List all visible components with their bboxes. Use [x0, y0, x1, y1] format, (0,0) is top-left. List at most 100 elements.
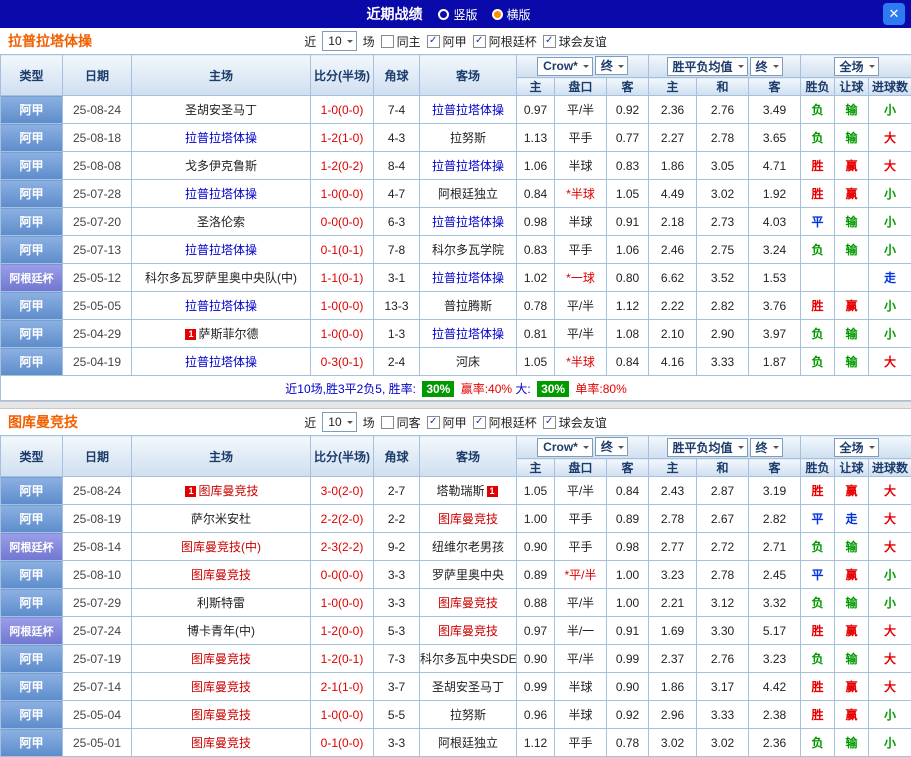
euro-draw-odds: 3.17 [697, 673, 749, 701]
euro-stage-select[interactable]: 终 [750, 438, 783, 457]
euro-average-select[interactable]: 胜平负均值 [667, 438, 748, 457]
away-team-cell: 拉普拉塔体操 [420, 96, 517, 124]
team-name: 圣胡安圣马丁 [185, 103, 257, 117]
home-team-cell: 博卡青年(中) [132, 617, 311, 645]
asian-away-odds: 0.91 [607, 617, 649, 645]
team-name: 博卡青年(中) [187, 624, 255, 638]
home-team-cell: 圣洛伦索 [132, 208, 311, 236]
filter-label: 近 [304, 414, 316, 431]
euro-draw-odds: 3.33 [697, 348, 749, 376]
result-outcome: 胜 [801, 180, 835, 208]
col-subheader-ah-home: 主 [517, 459, 555, 477]
euro-home-odds: 3.23 [649, 561, 697, 589]
match-row: 阿甲25-07-28拉普拉塔体操1-0(0-0)4-7阿根廷独立0.84*半球1… [1, 180, 911, 208]
filter-label: 阿根廷杯 [489, 414, 537, 431]
radio-icon [438, 9, 449, 20]
matches-table: 类型 日期 主场 比分(半场) 角球 客场 Crow*终 胜平负均值终 全场 主… [0, 54, 911, 401]
date-cell: 25-08-19 [63, 505, 132, 533]
team-name: 图库曼竞技 [438, 596, 498, 610]
home-team-cell: 科尔多瓦罗萨里奥中央队(中) [132, 264, 311, 292]
euro-away-odds: 3.65 [749, 124, 801, 152]
summary-text: 单率:80% [572, 382, 627, 396]
league-filter-aja[interactable]: ✓ 阿甲 [427, 414, 467, 431]
team-name: 科尔多瓦中央SDE [420, 652, 517, 666]
result-handicap: 赢 [835, 477, 869, 505]
euro-home-odds: 2.77 [649, 533, 697, 561]
league-cell: 阿甲 [1, 292, 63, 320]
close-button[interactable]: ✕ [883, 3, 905, 25]
corners-cell: 5-3 [374, 617, 420, 645]
match-count-select[interactable]: 10 [322, 31, 356, 51]
result-goals: 大 [869, 645, 911, 673]
same-venue-filter[interactable]: 同主 [381, 33, 421, 50]
asian-handicap-line: 平手 [555, 533, 607, 561]
match-count-value: 10 [328, 415, 341, 429]
euro-home-odds: 2.10 [649, 320, 697, 348]
odds-provider-select[interactable]: Crow* [537, 438, 593, 457]
result-goals: 大 [869, 533, 911, 561]
away-team-cell: 拉普拉塔体操 [420, 152, 517, 180]
euro-draw-odds: 2.82 [697, 292, 749, 320]
home-team-cell: 利斯特雷 [132, 589, 311, 617]
match-row: 阿甲25-08-10图库曼竞技0-0(0-0)3-3罗萨里奥中央0.89*平/半… [1, 561, 911, 589]
team-name: 拉普拉塔体操 [185, 355, 257, 369]
layout-radio-horizontal[interactable]: 横版 [492, 6, 531, 23]
team-name: 拉普拉塔体操 [185, 187, 257, 201]
corners-cell: 4-7 [374, 180, 420, 208]
euro-draw-odds: 2.73 [697, 208, 749, 236]
euro-home-odds: 2.21 [649, 589, 697, 617]
league-filter-friendly[interactable]: ✓ 球会友谊 [543, 414, 607, 431]
match-count-select[interactable]: 10 [322, 412, 356, 432]
asian-away-odds: 0.98 [607, 533, 649, 561]
league-filter-cup[interactable]: ✓ 阿根廷杯 [473, 414, 537, 431]
asian-stage-select[interactable]: 终 [595, 437, 628, 456]
result-handicap: 输 [835, 236, 869, 264]
date-cell: 25-07-14 [63, 673, 132, 701]
euro-away-odds: 2.82 [749, 505, 801, 533]
result-handicap: 赢 [835, 152, 869, 180]
corners-cell: 13-3 [374, 292, 420, 320]
col-subheader-ah-line: 盘口 [555, 459, 607, 477]
euro-average-select[interactable]: 胜平负均值 [667, 57, 748, 76]
result-header: 全场 [801, 436, 911, 459]
score-cell: 1-2(0-2) [311, 152, 374, 180]
scope-select[interactable]: 全场 [834, 57, 879, 76]
asian-away-odds: 0.84 [607, 477, 649, 505]
asian-home-odds: 0.89 [517, 561, 555, 589]
euro-home-odds: 4.16 [649, 348, 697, 376]
scope-select[interactable]: 全场 [834, 438, 879, 457]
league-filter-aja[interactable]: ✓ 阿甲 [427, 33, 467, 50]
asian-away-odds: 0.80 [607, 264, 649, 292]
corners-cell: 8-4 [374, 152, 420, 180]
result-goals: 大 [869, 152, 911, 180]
league-filter-cup[interactable]: ✓ 阿根廷杯 [473, 33, 537, 50]
select-value: Crow* [543, 59, 578, 73]
corners-cell: 7-8 [374, 236, 420, 264]
euro-away-odds: 1.87 [749, 348, 801, 376]
asian-handicap-line: 平/半 [555, 589, 607, 617]
asian-stage-select[interactable]: 终 [595, 56, 628, 75]
team-name: 纽维尔老男孩 [432, 540, 504, 554]
result-goals: 小 [869, 589, 911, 617]
score-cell: 1-0(0-0) [311, 320, 374, 348]
layout-radio-vertical[interactable]: 竖版 [438, 6, 477, 23]
asian-home-odds: 1.12 [517, 729, 555, 757]
filter-label: 阿根廷杯 [489, 33, 537, 50]
league-filter-friendly[interactable]: ✓ 球会友谊 [543, 33, 607, 50]
col-subheader-wdl: 胜负 [801, 78, 835, 96]
select-value: 胜平负均值 [673, 439, 733, 456]
odds-provider-select[interactable]: Crow* [537, 57, 593, 76]
result-handicap: 输 [835, 645, 869, 673]
euro-stage-select[interactable]: 终 [750, 57, 783, 76]
filter-label: 近 [304, 33, 316, 50]
result-goals: 小 [869, 180, 911, 208]
asian-home-odds: 1.06 [517, 152, 555, 180]
summary-text: 近10场,胜3平2负5, 胜率: [285, 382, 419, 396]
date-cell: 25-07-24 [63, 617, 132, 645]
euro-home-odds: 1.69 [649, 617, 697, 645]
same-venue-filter[interactable]: 同客 [381, 414, 421, 431]
popup-titlebar: 近期战绩 竖版 横版 ✕ [0, 0, 911, 28]
result-outcome: 胜 [801, 477, 835, 505]
euro-draw-odds: 3.52 [697, 264, 749, 292]
result-goals: 小 [869, 729, 911, 757]
